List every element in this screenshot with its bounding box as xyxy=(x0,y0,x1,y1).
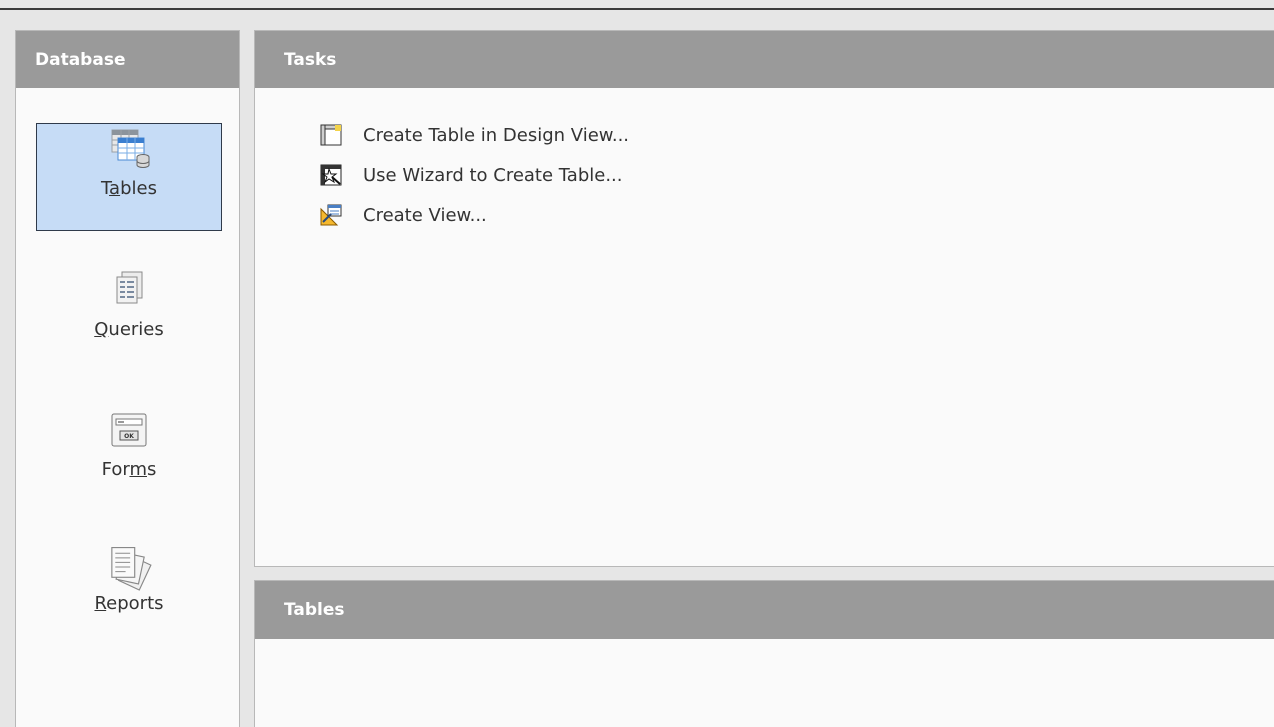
task-use-wizard-create-table[interactable]: Use Wizard to Create Table... xyxy=(320,159,629,191)
task-label: Create View... xyxy=(363,204,487,226)
database-item-queries[interactable]: Queries xyxy=(36,269,222,340)
database-pane-header: Database xyxy=(16,31,239,88)
task-create-view[interactable]: Create View... xyxy=(320,199,629,231)
tasks-pane-header: Tasks xyxy=(255,31,1274,88)
database-pane: Database Tables Queries OK Forms Reports xyxy=(15,30,240,727)
database-item-forms[interactable]: OK Forms xyxy=(36,409,222,480)
database-item-label: Tables xyxy=(101,178,157,199)
database-item-label: Forms xyxy=(101,459,157,480)
database-item-reports[interactable]: Reports xyxy=(36,543,222,614)
tables-pane: Tables xyxy=(254,580,1274,727)
queries-icon xyxy=(116,271,143,304)
create-view-icon xyxy=(320,204,342,226)
database-item-tables[interactable]: Tables xyxy=(36,123,222,231)
task-list: Create Table in Design View... Use Wizar… xyxy=(320,119,629,239)
database-item-label: Reports xyxy=(94,593,164,614)
tables-pane-header: Tables xyxy=(255,581,1274,639)
reports-icon xyxy=(111,547,152,591)
task-label: Create Table in Design View... xyxy=(363,124,630,146)
forms-icon: OK xyxy=(111,413,147,447)
tables-icon xyxy=(111,129,150,168)
svg-text:OK: OK xyxy=(124,433,134,440)
wizard-icon xyxy=(320,164,342,186)
window-top-border xyxy=(0,8,1274,10)
database-item-label: Queries xyxy=(94,319,164,340)
design-view-icon xyxy=(320,124,342,146)
task-label: Use Wizard to Create Table... xyxy=(363,164,623,186)
tasks-pane: Tasks Create Table in Design View... Use… xyxy=(254,30,1274,567)
task-create-table-design-view[interactable]: Create Table in Design View... xyxy=(320,119,629,151)
